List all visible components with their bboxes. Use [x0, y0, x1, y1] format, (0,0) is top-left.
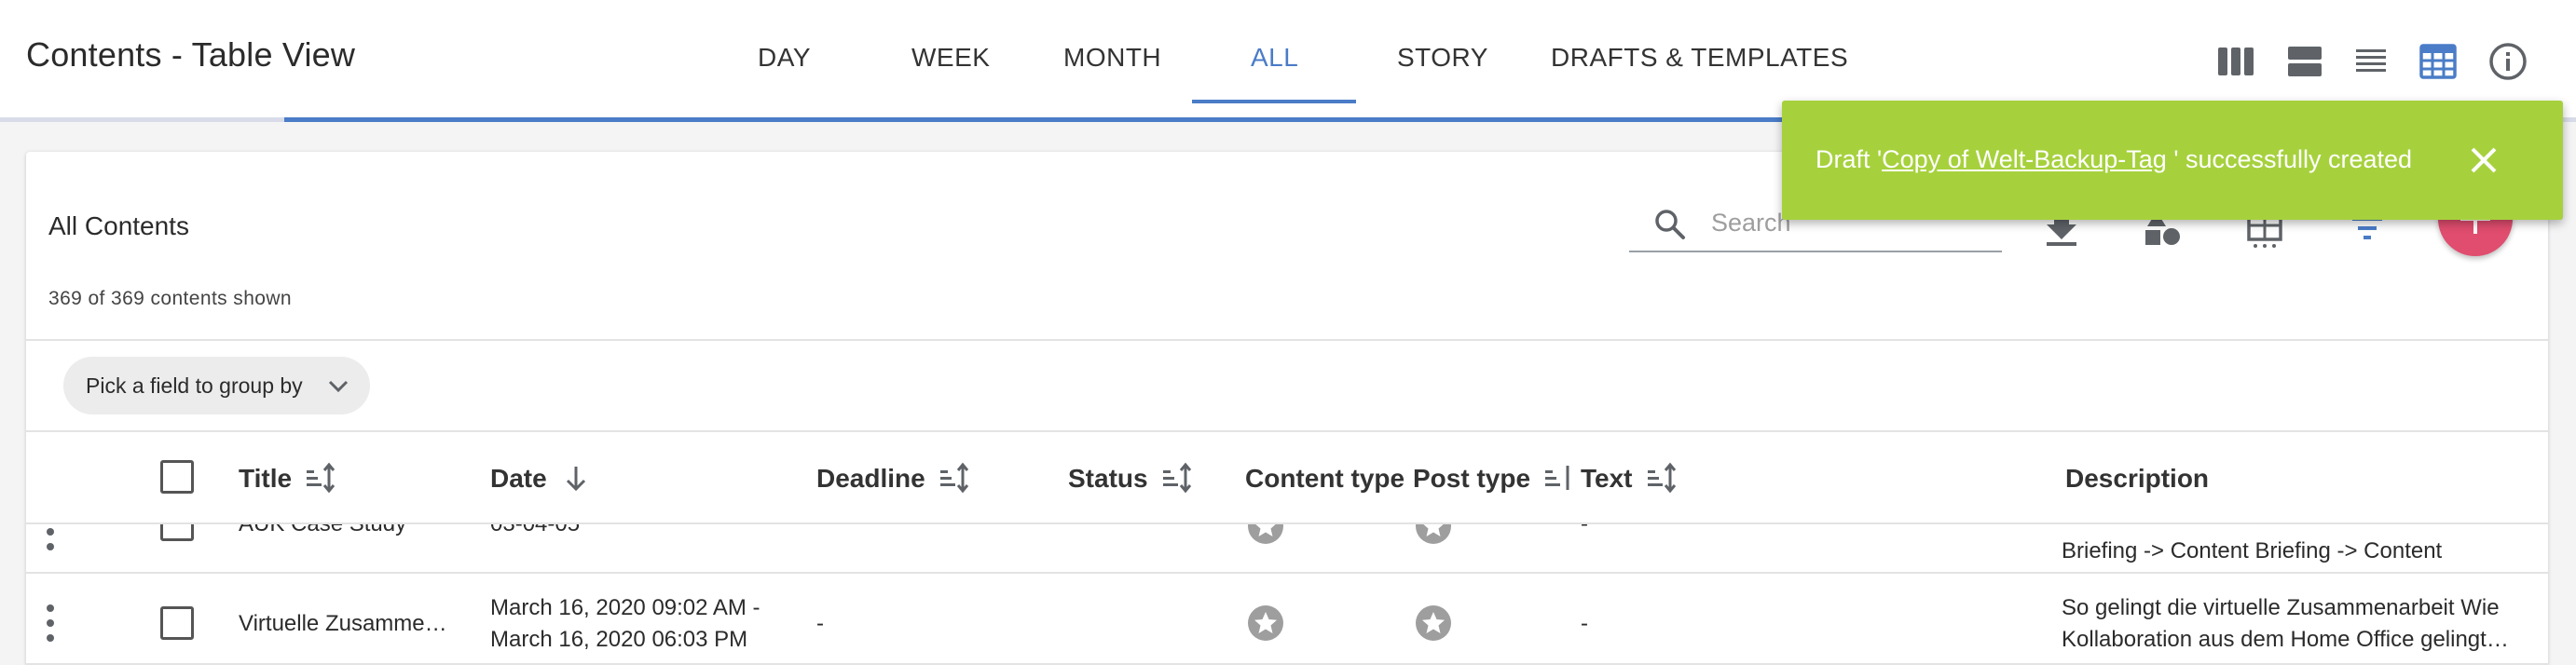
- arrow-down-icon: [566, 466, 585, 491]
- column-header-status[interactable]: Status: [1068, 462, 1193, 494]
- star-icon: [1248, 524, 1283, 544]
- toast-prefix: Draft ': [1816, 145, 1883, 173]
- row-date: 03-04-05: [490, 524, 580, 537]
- row-date-end: March 16, 2020 06:03 PM: [490, 627, 748, 652]
- more-vert-icon[interactable]: [44, 524, 57, 552]
- column-header-text[interactable]: Text: [1581, 462, 1678, 494]
- column-header-post-type[interactable]: Post type: [1413, 464, 1579, 494]
- row-text: -: [1581, 524, 1588, 537]
- tab-day[interactable]: DAY: [758, 43, 811, 73]
- row-description-line1: So gelingt die virtuelle Zusammenarbeit …: [2062, 595, 2500, 620]
- star-icon: [1416, 524, 1451, 544]
- row-text: -: [1581, 611, 1588, 636]
- group-divider: [26, 430, 2548, 432]
- table-body: AUK Case Study 03-04-05 - Briefing -> Co…: [26, 524, 2548, 665]
- close-icon[interactable]: [2465, 142, 2502, 179]
- column-header-status-label: Status: [1068, 464, 1148, 493]
- active-tab-indicator: [1192, 100, 1356, 103]
- info-icon[interactable]: [2487, 41, 2528, 82]
- list-view-icon[interactable]: [2350, 41, 2391, 82]
- column-header-deadline[interactable]: Deadline: [816, 462, 970, 494]
- toast-draft-link[interactable]: Copy of Welt-Backup-Tag: [1882, 145, 2167, 173]
- row-checkbox[interactable]: [160, 524, 194, 541]
- sort-icon: [307, 462, 336, 493]
- row-deadline: -: [816, 611, 824, 636]
- card-title: All Contents: [48, 211, 189, 240]
- sort-icon: [1545, 465, 1569, 490]
- toast-suffix: ' successfully created: [2166, 145, 2413, 173]
- star-icon: [1416, 605, 1451, 641]
- column-header-title[interactable]: Title: [239, 462, 336, 494]
- tab-story[interactable]: STORY: [1397, 43, 1488, 73]
- sort-icon: [1162, 462, 1191, 493]
- row-description: Briefing -> Content Briefing -> Content: [2062, 538, 2443, 563]
- row-date-start: March 16, 2020 09:02 AM -: [490, 595, 760, 620]
- success-toast: Draft 'Copy of Welt-Backup-Tag ' success…: [1782, 101, 2563, 220]
- column-header-date-label: Date: [490, 464, 547, 493]
- column-header-description: Description: [2065, 464, 2210, 493]
- column-header-post-type-label: Post type: [1413, 464, 1531, 493]
- tab-week[interactable]: WEEK: [911, 43, 990, 73]
- row-checkbox[interactable]: [160, 606, 194, 640]
- split-view-icon[interactable]: [2284, 41, 2325, 82]
- search-icon: [1655, 210, 1685, 239]
- page-title: Contents - Table View: [26, 35, 356, 74]
- tab-all[interactable]: ALL: [1251, 43, 1298, 73]
- column-header-date[interactable]: Date: [490, 464, 592, 494]
- row-title[interactable]: Virtuelle Zusamme…: [239, 611, 447, 637]
- group-by-select[interactable]: Pick a field to group by: [63, 357, 370, 414]
- contents-card: All Contents 369 of 369 contents shown S…: [26, 152, 2548, 665]
- toolbar-divider: [26, 339, 2548, 341]
- sort-icon: [939, 462, 968, 493]
- tab-month[interactable]: MONTH: [1063, 43, 1161, 73]
- select-all-checkbox[interactable]: [160, 460, 194, 494]
- row-description-line2: Kollaboration aus dem Home Office geling…: [2062, 627, 2509, 652]
- column-header-title-label: Title: [239, 464, 293, 493]
- row-divider: [26, 572, 2548, 574]
- group-by-label: Pick a field to group by: [86, 373, 303, 398]
- column-header-deadline-label: Deadline: [816, 464, 925, 493]
- column-header-text-label: Text: [1581, 464, 1633, 493]
- tab-drafts-templates[interactable]: DRAFTS & TEMPLATES: [1551, 43, 1848, 73]
- table-view-icon[interactable]: [2418, 41, 2459, 82]
- more-vert-icon[interactable]: [44, 603, 57, 644]
- columns-view-icon[interactable]: [2215, 41, 2256, 82]
- content-count: 369 of 369 contents shown: [48, 288, 293, 309]
- sort-icon: [1647, 462, 1676, 493]
- star-icon: [1248, 605, 1283, 641]
- toast-message: Draft 'Copy of Welt-Backup-Tag ' success…: [1816, 145, 2412, 174]
- chevron-down-icon: [328, 380, 348, 393]
- row-title[interactable]: AUK Case Study: [239, 524, 406, 537]
- column-header-content-type[interactable]: Content type: [1245, 464, 1404, 494]
